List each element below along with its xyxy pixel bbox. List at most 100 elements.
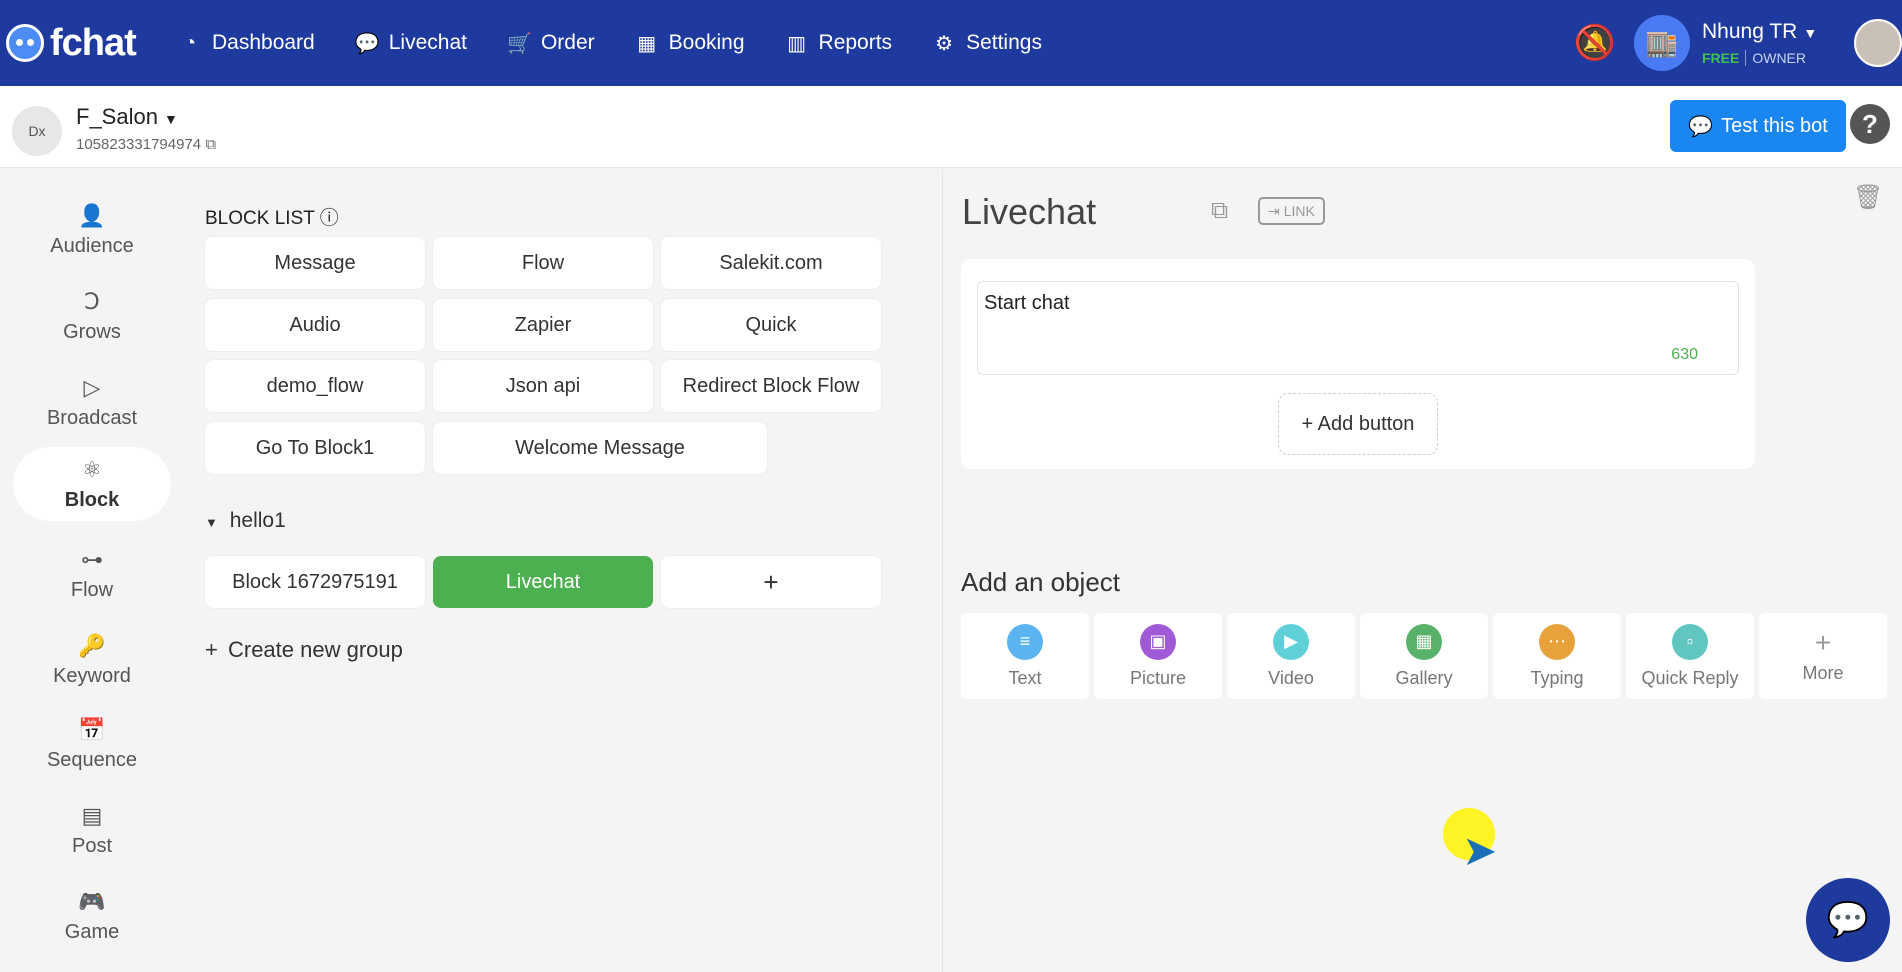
- sidebar-item-label: Block: [64, 488, 120, 511]
- add-text-object[interactable]: ≡ Text: [961, 613, 1089, 699]
- add-quick-reply-object[interactable]: ▫ Quick Reply: [1626, 613, 1754, 699]
- group-header[interactable]: ▼ hello1: [205, 509, 286, 533]
- page-header: Dx F_Salon ▼ 105823331794974 ⧉ 💬 Test thi…: [0, 86, 1902, 168]
- robot-logo-icon: [6, 24, 44, 62]
- add-block-button[interactable]: +: [661, 556, 881, 608]
- gear-icon: ⚙: [935, 32, 954, 55]
- copy-icon[interactable]: ⧉: [1211, 197, 1228, 225]
- char-count: 630: [1671, 346, 1698, 363]
- caret-down-icon: ▼: [163, 111, 178, 127]
- block-chip[interactable]: demo_flow: [205, 360, 425, 412]
- cart-icon: 🛒: [506, 32, 532, 55]
- page-selector[interactable]: F_Salon ▼: [76, 104, 178, 130]
- user-role: OWNER: [1752, 50, 1807, 66]
- sidebar-item-keyword[interactable]: 🔑 Keyword: [13, 623, 171, 697]
- block-chip[interactable]: Message: [205, 237, 425, 289]
- add-more-object[interactable]: + More: [1759, 613, 1887, 699]
- nav-reports[interactable]: ▥ Reports: [785, 31, 892, 56]
- plus-icon: +: [205, 637, 218, 662]
- block-chip[interactable]: Quick: [661, 299, 881, 351]
- nav-order[interactable]: 🛒 Order: [507, 31, 595, 56]
- add-button-button[interactable]: + Add button: [1278, 393, 1438, 455]
- block-chip[interactable]: Flow: [433, 237, 653, 289]
- page-id: 105823331794974 ⧉: [76, 136, 216, 153]
- block-chip-selected[interactable]: Livechat: [433, 556, 653, 608]
- create-group-button[interactable]: + Create new group: [205, 637, 403, 663]
- message-textarea[interactable]: Start chat 630: [977, 281, 1739, 375]
- dashboard-icon: ◔: [183, 31, 197, 54]
- object-label: More: [1802, 662, 1844, 683]
- sidebar-item-label: Flow: [70, 578, 114, 601]
- object-label: Typing: [1530, 667, 1584, 688]
- nav-settings[interactable]: ⚙ Settings: [932, 31, 1042, 56]
- user-area: 🔕 🏬 Nhung TR ▼ FREE OWNER: [1574, 0, 1902, 86]
- object-toolbar: ≡ Text ▣ Picture ▶ Video ▦ Gallery ⋯ Typ…: [961, 613, 1892, 699]
- user-menu[interactable]: Nhung TR ▼ FREE OWNER: [1702, 20, 1842, 66]
- left-sidebar: 👤 Audience Ↄ Grows ▷ Broadcast ⚛ Block ⊶ Flow…: [0, 169, 182, 972]
- quick-reply-icon: ▫: [1672, 623, 1708, 660]
- brand-name: fchat: [50, 21, 137, 64]
- flow-icon: ⊶: [81, 546, 103, 572]
- test-bot-button[interactable]: 💬 Test this bot: [1670, 100, 1846, 152]
- add-typing-object[interactable]: ⋯ Typing: [1493, 613, 1621, 699]
- sidebar-item-label: Audience: [50, 234, 134, 257]
- nav-label: Livechat: [388, 31, 467, 54]
- block-chip[interactable]: Zapier: [433, 299, 653, 351]
- muted-bell-icon[interactable]: 🔕: [1574, 23, 1616, 63]
- add-video-object[interactable]: ▶ Video: [1227, 613, 1355, 699]
- object-label: Text: [1008, 667, 1042, 688]
- plan-badge: FREE: [1702, 50, 1747, 66]
- store-icon[interactable]: 🏬: [1634, 15, 1690, 71]
- message-text: Start chat: [984, 292, 1070, 314]
- link-button[interactable]: ⇥ LINK: [1258, 197, 1325, 225]
- mouse-pointer-icon: ➤: [1462, 827, 1498, 874]
- block-chip[interactable]: Json api: [433, 360, 653, 412]
- user-name: Nhung TR: [1702, 20, 1798, 43]
- text-card: Start chat 630 + Add button: [961, 259, 1755, 469]
- sidebar-item-audience[interactable]: 👤 Audience: [13, 193, 171, 267]
- block-chip[interactable]: Go To Block1: [205, 422, 425, 474]
- object-label: Picture: [1129, 667, 1187, 688]
- group-name: hello1: [229, 509, 286, 532]
- sidebar-item-label: Grows: [63, 320, 121, 343]
- sidebar-item-broadcast[interactable]: ▷ Broadcast: [13, 365, 171, 439]
- sidebar-item-label: Game: [64, 920, 120, 943]
- block-chip[interactable]: Welcome Message: [433, 422, 767, 474]
- chart-icon: ▥: [787, 32, 806, 55]
- sidebar-item-flow[interactable]: ⊶ Flow: [13, 537, 171, 611]
- block-title[interactable]: Livechat: [962, 191, 1096, 233]
- sidebar-item-grows[interactable]: Ↄ Grows: [13, 279, 171, 353]
- help-circle-icon[interactable]: ⓘ: [320, 208, 339, 229]
- add-object-title: Add an object: [961, 567, 1121, 597]
- block-chip[interactable]: Salekit.com: [661, 237, 881, 289]
- fchat-logo[interactable]: fchat: [6, 22, 166, 65]
- block-chip[interactable]: Redirect Block Flow: [661, 360, 881, 412]
- top-navbar: fchat ◔ Dashboard 💬 Livechat 🛒 Order ▦ B…: [0, 0, 1902, 86]
- key-icon: 🔑: [78, 632, 106, 658]
- block-chip[interactable]: Block 1672975191: [205, 556, 425, 608]
- nav-booking[interactable]: ▦ Booking: [635, 31, 745, 56]
- messenger-icon: 💬: [354, 32, 380, 55]
- trash-icon[interactable]: 🗑: [1853, 183, 1883, 212]
- sidebar-item-post[interactable]: ▤ Post: [13, 793, 171, 867]
- sidebar-item-label: Keyword: [53, 664, 131, 687]
- copy-icon[interactable]: ⧉: [205, 136, 216, 153]
- gallery-icon: ▦: [1406, 623, 1442, 660]
- picture-icon: ▣: [1140, 623, 1176, 660]
- plus-icon: +: [1814, 626, 1832, 658]
- block-list-title: BLOCK LIST ⓘ: [205, 203, 339, 230]
- sidebar-item-block[interactable]: ⚛ Block: [13, 447, 171, 521]
- nav-livechat[interactable]: 💬 Livechat: [355, 31, 467, 56]
- sidebar-item-game[interactable]: 🎮 Game: [13, 879, 171, 953]
- add-gallery-object[interactable]: ▦ Gallery: [1360, 613, 1488, 699]
- add-picture-object[interactable]: ▣ Picture: [1094, 613, 1222, 699]
- nav-label: Booking: [668, 31, 745, 54]
- block-chip[interactable]: Audio: [205, 299, 425, 351]
- help-button[interactable]: ?: [1850, 104, 1890, 144]
- sidebar-item-sequence[interactable]: 📅 Sequence: [13, 707, 171, 781]
- user-avatar[interactable]: [1854, 19, 1902, 67]
- support-chat-button[interactable]: 💬: [1806, 878, 1890, 962]
- atom-icon: ⚛: [82, 456, 102, 482]
- calendar-icon: ▦: [637, 32, 657, 55]
- nav-dashboard[interactable]: ◔ Dashboard: [178, 31, 315, 55]
